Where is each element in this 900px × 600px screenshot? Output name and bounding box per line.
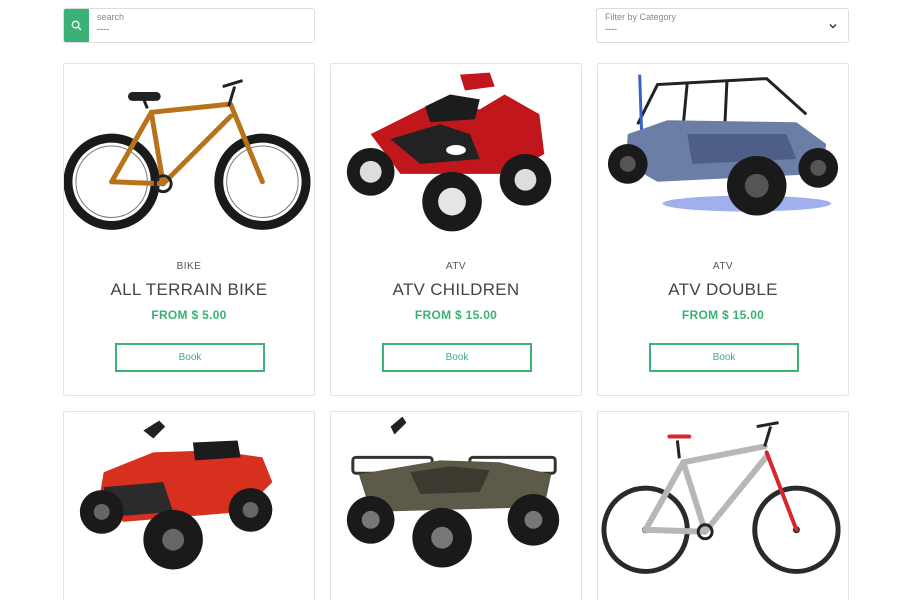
- product-card: ATV ATV DOUBLE FROM $ 15.00 Book: [597, 63, 849, 396]
- chevron-down-icon: [829, 24, 837, 29]
- product-price: FROM $ 5.00: [151, 308, 227, 322]
- utv-buggy-image: [607, 74, 839, 216]
- book-button[interactable]: Book: [382, 343, 532, 372]
- product-category: ATV: [445, 261, 467, 272]
- search-value: ----: [97, 24, 109, 34]
- kids-atv-image: [346, 72, 552, 232]
- product-card: [597, 411, 849, 600]
- filter-label: Filter by Category: [605, 12, 677, 22]
- search-box[interactable]: search ----: [63, 8, 315, 43]
- product-card: BIKE ALL TERRAIN BIKE FROM $ 5.00 Book: [63, 63, 315, 396]
- product-card: [63, 411, 315, 600]
- book-button[interactable]: Book: [115, 343, 265, 372]
- fat-tire-bike-image: [64, 79, 311, 230]
- filter-value: ----: [605, 24, 617, 34]
- product-category: BIKE: [176, 261, 202, 272]
- category-filter-select[interactable]: Filter by Category ----: [596, 8, 849, 43]
- book-button[interactable]: Book: [649, 343, 799, 372]
- search-icon: [71, 20, 82, 31]
- product-title: ATV DOUBLE: [668, 280, 778, 299]
- product-price: FROM $ 15.00: [414, 308, 498, 322]
- camo-atv-image: [346, 416, 560, 568]
- search-button[interactable]: [64, 9, 89, 42]
- search-label: search: [97, 12, 125, 22]
- product-title: ALL TERRAIN BIKE: [110, 280, 268, 299]
- product-title: ATV CHILDREN: [392, 280, 520, 299]
- product-card: [330, 411, 582, 600]
- product-card: ATV ATV CHILDREN FROM $ 15.00 Book: [330, 63, 582, 396]
- red-atv-image: [79, 420, 273, 570]
- mountain-bike-image: [601, 421, 841, 574]
- product-category: ATV: [712, 261, 734, 272]
- search-input[interactable]: search ----: [89, 9, 314, 42]
- product-price: FROM $ 15.00: [681, 308, 765, 322]
